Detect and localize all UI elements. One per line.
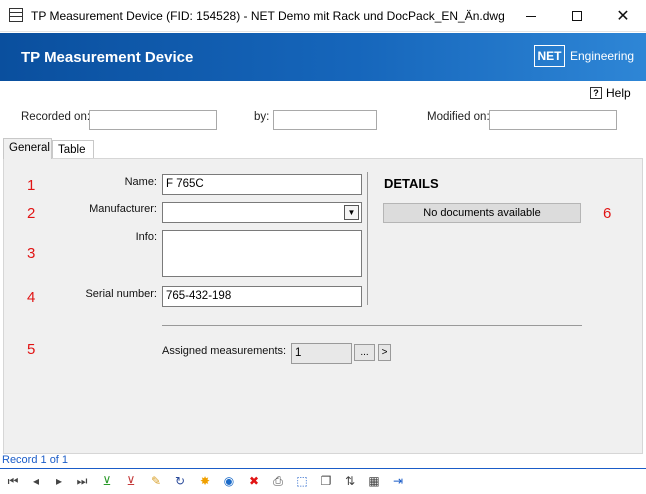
assigned-browse-button[interactable]: ... (354, 344, 375, 361)
recorded-on-label: Recorded on: (21, 111, 91, 123)
highlight-icon[interactable]: ✸ (196, 472, 214, 490)
minimize-icon (526, 15, 536, 17)
name-input[interactable]: F 765C (162, 174, 362, 195)
modified-on-field[interactable] (489, 110, 617, 130)
help-icon: ? (590, 87, 602, 99)
filter-remove-icon[interactable]: ⊻ (122, 472, 140, 490)
exit-icon[interactable]: ⇥ (389, 472, 407, 490)
help-button[interactable]: ? Help (590, 86, 631, 100)
annotation-5: 5 (27, 341, 36, 358)
minimize-button[interactable] (508, 0, 554, 32)
serial-number-input[interactable]: 765-432-198 (162, 286, 362, 307)
annotation-4: 4 (27, 289, 36, 306)
vertical-divider (367, 172, 368, 305)
maximize-icon (572, 11, 582, 21)
recorded-on-field[interactable] (89, 110, 217, 130)
by-field[interactable] (273, 110, 377, 130)
no-documents-button[interactable]: No documents available (383, 203, 581, 223)
sort-icon[interactable]: ⇅ (341, 472, 359, 490)
close-icon: ✕ (616, 6, 630, 25)
serial-number-label: Serial number: (85, 288, 157, 300)
annotation-6: 6 (603, 205, 612, 222)
window-titlebar: TP Measurement Device (FID: 154528) - NE… (0, 0, 646, 32)
first-record-icon[interactable]: ⏮ (4, 472, 22, 490)
tab-general[interactable]: General (3, 138, 52, 159)
bottom-toolbar: ⏮ ◂ ▸ ⏭ ⊻ ⊻ ✎ ↻ ✸ ◉ ✖ ⎙ ⬚ ❐ ⇅ ▦ ⇥ (0, 468, 646, 492)
previous-record-icon[interactable]: ◂ (27, 472, 45, 490)
next-record-icon[interactable]: ▸ (50, 472, 68, 490)
details-title: DETAILS (384, 176, 439, 191)
filter-add-icon[interactable]: ⊻ (98, 472, 116, 490)
refresh-icon[interactable]: ↻ (171, 472, 189, 490)
manufacturer-select[interactable]: ▼ (162, 202, 362, 223)
copy-icon[interactable]: ❐ (317, 472, 335, 490)
banner-title: TP Measurement Device (21, 49, 194, 66)
edit-icon[interactable]: ✎ (147, 472, 165, 490)
header-banner: TP Measurement Device NET Engineering (0, 33, 646, 81)
annotation-1: 1 (27, 177, 36, 194)
horizontal-divider (162, 325, 582, 326)
manufacturer-label: Manufacturer: (89, 203, 157, 215)
net-logo: NET (534, 45, 565, 67)
tab-table[interactable]: Table (52, 140, 94, 158)
table-edit-icon[interactable]: ▦ (365, 472, 383, 490)
assigned-next-button[interactable]: > (378, 344, 391, 361)
info-textarea[interactable] (162, 230, 362, 277)
annotation-3: 3 (27, 245, 36, 262)
logo-subtitle: Engineering (570, 49, 635, 63)
zoom-to-icon[interactable]: ◉ (220, 472, 238, 490)
dropdown-arrow-icon[interactable]: ▼ (344, 205, 359, 220)
close-button[interactable]: ✕ (600, 0, 646, 32)
last-record-icon[interactable]: ⏭ (73, 472, 91, 490)
select-icon[interactable]: ⬚ (293, 472, 311, 490)
app-table-icon (9, 8, 23, 22)
annotation-2: 2 (27, 205, 36, 222)
maximize-button[interactable] (554, 0, 600, 32)
delete-icon[interactable]: ✖ (245, 472, 263, 490)
assigned-measurements-label: Assigned measurements: (162, 345, 287, 357)
help-label: Help (606, 86, 631, 100)
print-icon[interactable]: ⎙ (269, 472, 287, 490)
window-title: TP Measurement Device (FID: 154528) - NE… (31, 9, 505, 23)
record-status: Record 1 of 1 (0, 454, 646, 468)
by-label: by: (254, 111, 270, 123)
modified-on-label: Modified on: (427, 111, 490, 123)
assigned-measurements-field: 1 (291, 343, 352, 364)
info-label: Info: (135, 231, 157, 243)
name-label: Name: (124, 176, 157, 188)
